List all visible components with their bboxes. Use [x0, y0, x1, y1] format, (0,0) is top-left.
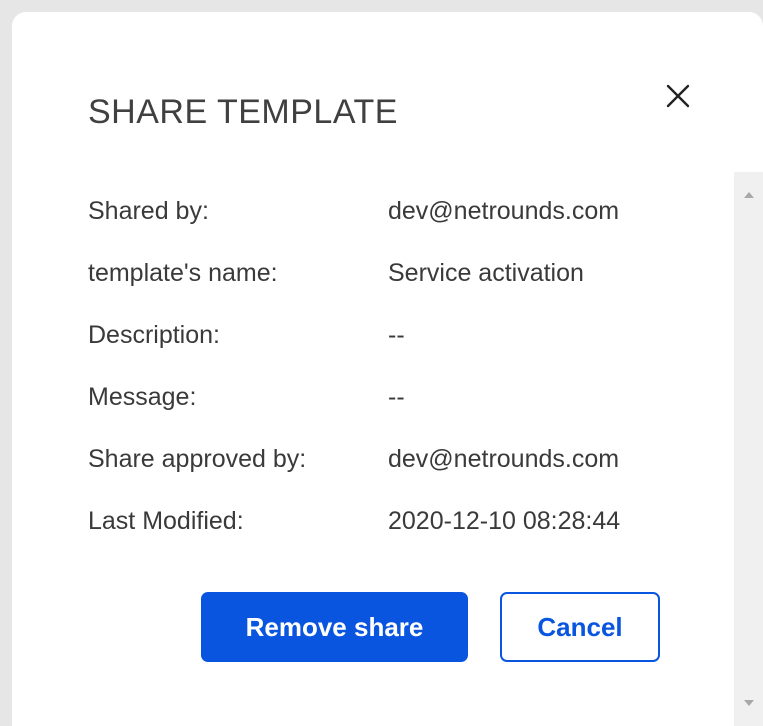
shared-by-value: dev@netrounds.com: [388, 196, 620, 225]
description-label: Description:: [88, 320, 220, 349]
close-icon[interactable]: [664, 82, 692, 110]
template-name-label: template's name:: [88, 258, 278, 287]
shared-by-label: Shared by:: [88, 196, 209, 225]
last-modified-value: 2020-12-10 08:28:44: [388, 506, 621, 535]
share-details-list: Shared by: dev@netrounds.com template's …: [88, 180, 708, 552]
last-modified-label: Last Modified:: [88, 506, 244, 535]
vertical-scrollbar[interactable]: [734, 172, 763, 726]
detail-row-description: Description: --: [88, 304, 708, 366]
detail-row-approved-by: Share approved by: dev@netrounds.com: [88, 428, 708, 490]
detail-row-template-name: template's name: Service activation: [88, 242, 708, 304]
message-value: --: [388, 382, 405, 411]
dialog-title: SHARE TEMPLATE: [88, 93, 398, 131]
cancel-button[interactable]: Cancel: [500, 592, 660, 662]
remove-share-button[interactable]: Remove share: [201, 592, 468, 662]
detail-row-message: Message: --: [88, 366, 708, 428]
description-value: --: [388, 320, 405, 349]
share-template-dialog: SHARE TEMPLATE Shared by: dev@netrounds.…: [12, 12, 763, 726]
detail-row-shared-by: Shared by: dev@netrounds.com: [88, 180, 708, 242]
template-name-value: Service activation: [388, 258, 584, 287]
detail-row-last-modified: Last Modified: 2020-12-10 08:28:44: [88, 490, 708, 552]
approved-by-label: Share approved by:: [88, 444, 307, 473]
message-label: Message:: [88, 382, 197, 411]
scroll-down-arrow-icon[interactable]: [734, 698, 763, 722]
scroll-up-arrow-icon[interactable]: [734, 190, 763, 214]
approved-by-value: dev@netrounds.com: [388, 444, 620, 473]
